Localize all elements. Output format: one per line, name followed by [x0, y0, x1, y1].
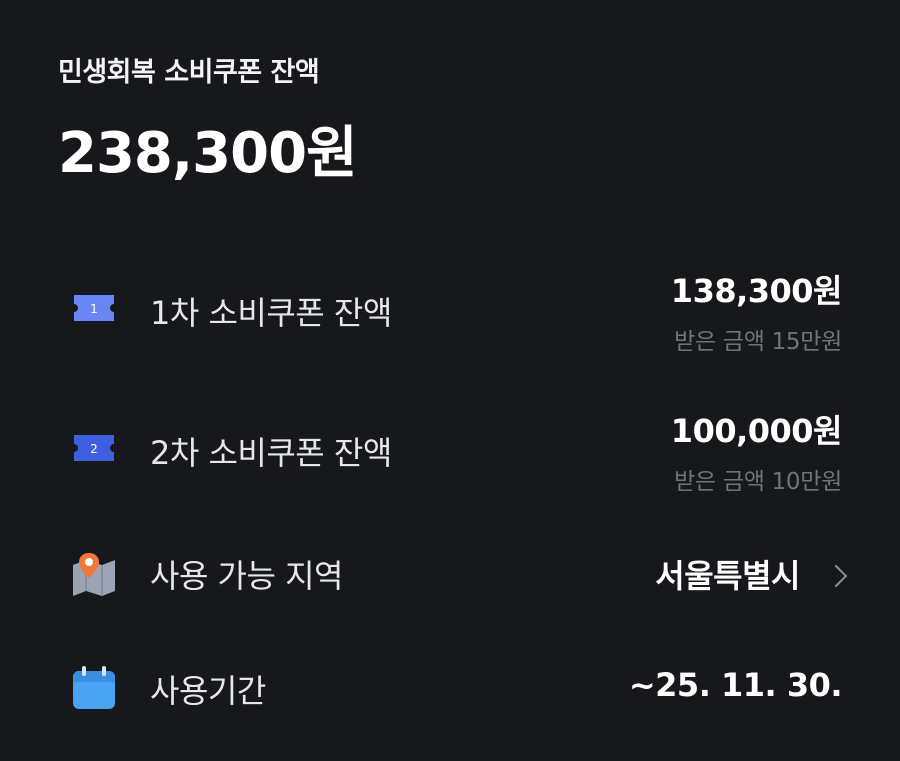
coupon-2-row: 2 2차 소비쿠폰 잔액 100,000원 받은 금액 10만원 [0, 410, 900, 500]
coupon-2-label: 2차 소비쿠폰 잔액 [150, 434, 392, 472]
svg-text:2: 2 [90, 442, 98, 456]
balance-title: 민생회복 소비쿠폰 잔액 [58, 57, 320, 88]
usage-period-value: ~25. 11. 30. [628, 666, 843, 704]
usable-region-label: 사용 가능 지역 [150, 557, 343, 595]
map-pin-icon [70, 551, 118, 603]
svg-text:1: 1 [90, 302, 98, 316]
usable-region-value: 서울특별시 [655, 557, 800, 595]
usage-period-row: 사용기간 ~25. 11. 30. [0, 660, 900, 720]
calendar-icon [70, 664, 118, 716]
coupon-1-label: 1차 소비쿠폰 잔액 [150, 294, 392, 332]
usage-period-label: 사용기간 [150, 672, 266, 710]
coupon-1-row: 1 1차 소비쿠폰 잔액 138,300원 받은 금액 15만원 [0, 270, 900, 360]
ticket-1-icon: 1 [70, 291, 118, 329]
usable-region-row[interactable]: 사용 가능 지역 서울특별시 [0, 545, 900, 607]
coupon-1-balance: 138,300원 [670, 272, 843, 310]
ticket-2-icon: 2 [70, 431, 118, 469]
coupon-2-received-amount: 받은 금액 10만원 [674, 469, 842, 495]
total-balance-amount: 238,300원 [58, 121, 358, 186]
coupon-1-received-amount: 받은 금액 15만원 [674, 329, 842, 355]
chevron-right-icon [824, 564, 848, 588]
coupon-2-balance: 100,000원 [670, 412, 843, 450]
